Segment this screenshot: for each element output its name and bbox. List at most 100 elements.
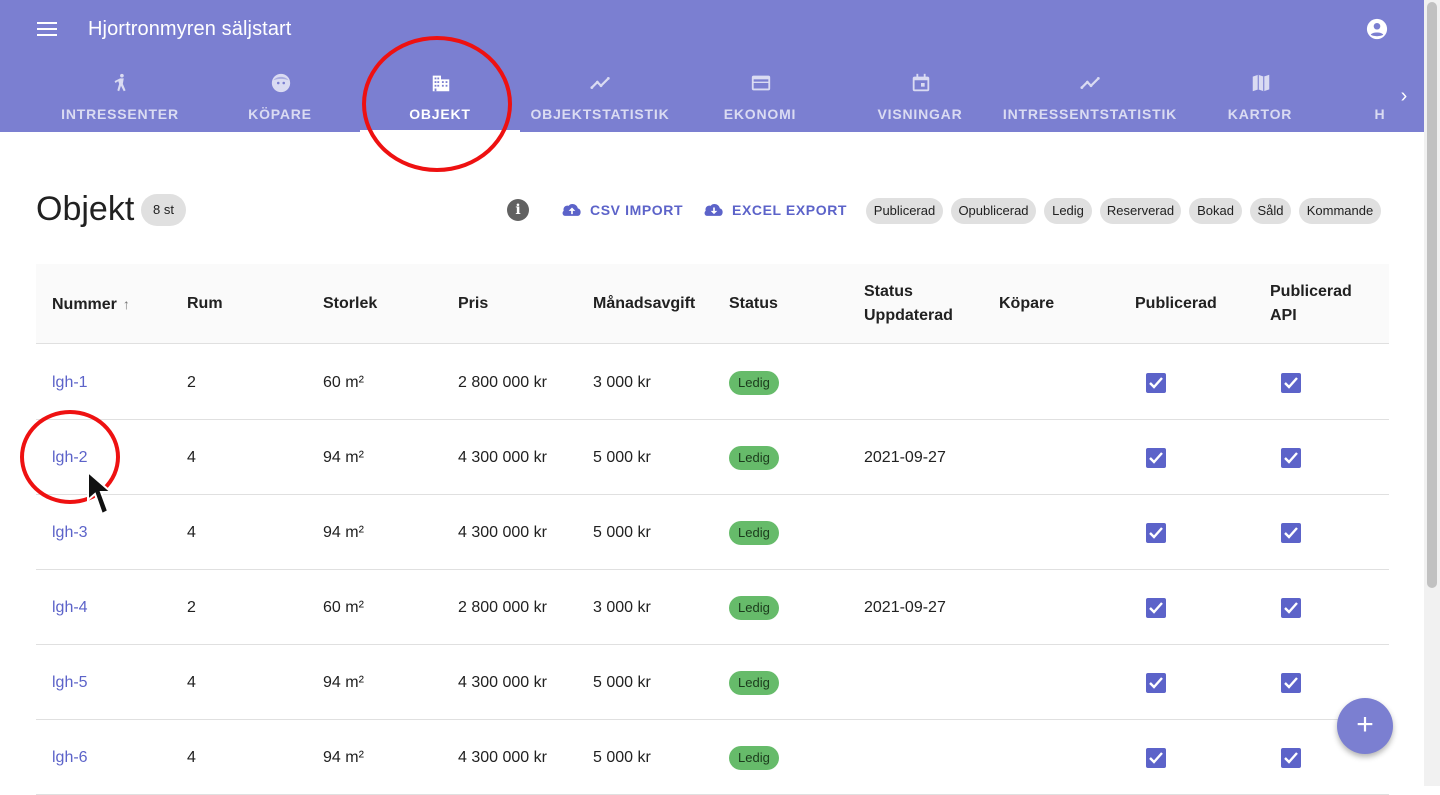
- publicerad-api-checkbox[interactable]: [1281, 598, 1301, 618]
- publicerad-api-checkbox[interactable]: [1281, 373, 1301, 393]
- cell-storlek: 60 m²: [323, 599, 364, 616]
- filter-chip-kommande[interactable]: Kommande: [1299, 198, 1381, 224]
- cell-pris: 4 300 000 kr: [458, 449, 547, 466]
- tab-label: OBJEKTSTATISTIK: [530, 106, 670, 122]
- arrow-up-icon: ↑: [122, 296, 130, 312]
- header-line-2: Uppdaterad: [864, 307, 953, 324]
- objekt-number-link[interactable]: lgh-3: [52, 495, 88, 570]
- filter-chip-publicerad[interactable]: Publicerad: [866, 198, 943, 224]
- status-badge: Ledig: [729, 521, 779, 545]
- publicerad-api-checkbox[interactable]: [1281, 448, 1301, 468]
- cell-manadsavgift: 5 000 kr: [593, 524, 651, 541]
- publicerad-api-checkbox[interactable]: [1281, 523, 1301, 543]
- column-header-kopare: Köpare: [999, 295, 1055, 312]
- cell-manadsavgift: 5 000 kr: [593, 449, 651, 466]
- publicerad-api-checkbox[interactable]: [1281, 748, 1301, 768]
- tab-kopare[interactable]: KÖPARE: [200, 60, 360, 132]
- cell-status-uppdaterad: 2021-09-27: [864, 449, 946, 466]
- cell-pris: 4 300 000 kr: [458, 749, 547, 766]
- chevron-right-icon[interactable]: ›: [1394, 84, 1414, 108]
- account-circle-icon[interactable]: [1366, 18, 1388, 40]
- app-title: Hjortronmyren säljstart: [88, 18, 292, 40]
- csv-import-button[interactable]: CSV IMPORT: [562, 196, 683, 224]
- status-badge: Ledig: [729, 446, 779, 470]
- publicerad-api-checkbox[interactable]: [1281, 673, 1301, 693]
- column-header-rum: Rum: [187, 295, 223, 312]
- filter-chip-sald[interactable]: Såld: [1250, 198, 1291, 224]
- tab-label: EKONOMI: [723, 106, 797, 122]
- table-row[interactable]: lgh-3 4 94 m² 4 300 000 kr 5 000 kr Ledig: [36, 495, 1389, 570]
- credit-card-icon: [751, 75, 771, 91]
- objekt-number-link[interactable]: lgh-1: [52, 345, 88, 420]
- column-header-status-uppdaterad: Status Uppdaterad: [864, 280, 953, 328]
- publicerad-checkbox[interactable]: [1146, 598, 1166, 618]
- scrollbar-thumb[interactable]: [1427, 2, 1437, 588]
- header-line-2: API: [1270, 307, 1297, 324]
- cell-pris: 4 300 000 kr: [458, 524, 547, 541]
- publicerad-checkbox[interactable]: [1146, 448, 1166, 468]
- tab-label: KÖPARE: [248, 106, 312, 122]
- face-icon: [271, 73, 291, 93]
- cell-rum: 2: [187, 599, 196, 616]
- tab-intressentstatistik[interactable]: INTRESSENTSTATISTIK: [1000, 60, 1180, 132]
- table-row[interactable]: lgh-6 4 94 m² 4 300 000 kr 5 000 kr Ledig: [36, 720, 1389, 795]
- menu-icon[interactable]: [37, 22, 59, 38]
- tab-label: OBJEKT: [409, 106, 471, 122]
- column-header-publicerad-api: Publicerad API: [1270, 280, 1352, 328]
- excel-export-label: EXCEL EXPORT: [732, 202, 848, 218]
- status-badge: Ledig: [729, 596, 779, 620]
- column-header-nummer[interactable]: Nummer ↑: [52, 292, 130, 317]
- tab-label: KARTOR: [1227, 106, 1293, 122]
- table-row[interactable]: lgh-1 2 60 m² 2 800 000 kr 3 000 kr Ledig: [36, 345, 1389, 420]
- cell-storlek: 60 m²: [323, 374, 364, 391]
- person-walking-icon: [114, 73, 126, 92]
- publicerad-checkbox[interactable]: [1146, 523, 1166, 543]
- cell-rum: 2: [187, 374, 196, 391]
- status-badge: Ledig: [729, 746, 779, 770]
- filter-chip-reserverad[interactable]: Reserverad: [1100, 198, 1181, 224]
- objekt-number-link[interactable]: lgh-6: [52, 720, 88, 795]
- filter-chip-opublicerad[interactable]: Opublicerad: [951, 198, 1036, 224]
- filter-chip-bokad[interactable]: Bokad: [1189, 198, 1242, 224]
- column-header-manadsavgift: Månadsavgift: [593, 295, 696, 312]
- trend-line-icon: [590, 77, 610, 89]
- table-row[interactable]: lgh-2 4 94 m² 4 300 000 kr 5 000 kr Ledig 2021…: [36, 420, 1389, 495]
- objekt-number-link[interactable]: lgh-2: [52, 420, 88, 495]
- cell-rum: 4: [187, 674, 196, 691]
- table-row[interactable]: lgh-4 2 60 m² 2 800 000 kr 3 000 kr Ledig 2021…: [36, 570, 1389, 645]
- tab-label: VISNINGAR: [877, 106, 963, 122]
- cell-pris: 2 800 000 kr: [458, 374, 547, 391]
- cell-manadsavgift: 5 000 kr: [593, 674, 651, 691]
- cell-storlek: 94 m²: [323, 524, 364, 541]
- page-title: Objekt: [36, 190, 135, 228]
- column-header-storlek: Storlek: [323, 295, 378, 312]
- cloud-download-icon: [704, 204, 723, 216]
- publicerad-checkbox[interactable]: [1146, 673, 1166, 693]
- objekt-number-link[interactable]: lgh-5: [52, 645, 88, 720]
- status-badge: Ledig: [729, 371, 779, 395]
- cell-pris: 4 300 000 kr: [458, 674, 547, 691]
- table-header: Nummer ↑ Rum Storlek Pris Månadsavgift St…: [36, 264, 1389, 344]
- excel-export-button[interactable]: EXCEL EXPORT: [704, 196, 847, 224]
- publicerad-checkbox[interactable]: [1146, 373, 1166, 393]
- add-objekt-button[interactable]: +: [1337, 698, 1393, 754]
- tab-visningar[interactable]: VISNINGAR: [840, 60, 1000, 132]
- header-line-1: Status: [864, 283, 913, 300]
- cell-rum: 4: [187, 749, 196, 766]
- table-row[interactable]: lgh-5 4 94 m² 4 300 000 kr 5 000 kr Ledig: [36, 645, 1389, 720]
- tab-kartor[interactable]: KARTOR: [1180, 60, 1340, 132]
- trend-line-icon: [1080, 77, 1100, 89]
- tab-label: INTRESSENTSTATISTIK: [1002, 106, 1178, 122]
- publicerad-checkbox[interactable]: [1146, 748, 1166, 768]
- info-icon[interactable]: i: [507, 199, 529, 221]
- tab-intressenter[interactable]: INTRESSENTER: [40, 60, 200, 132]
- tab-objekt[interactable]: OBJEKT: [360, 60, 520, 132]
- cell-storlek: 94 m²: [323, 674, 364, 691]
- filter-chip-ledig[interactable]: Ledig: [1044, 198, 1092, 224]
- objekt-number-link[interactable]: lgh-4: [52, 570, 88, 645]
- tab-ekonomi[interactable]: EKONOMI: [680, 60, 840, 132]
- scrollbar[interactable]: [1424, 0, 1440, 786]
- map-icon: [1252, 74, 1270, 92]
- tab-objektstatistik[interactable]: OBJEKTSTATISTIK: [520, 60, 680, 132]
- header-line-1: Publicerad: [1270, 283, 1352, 300]
